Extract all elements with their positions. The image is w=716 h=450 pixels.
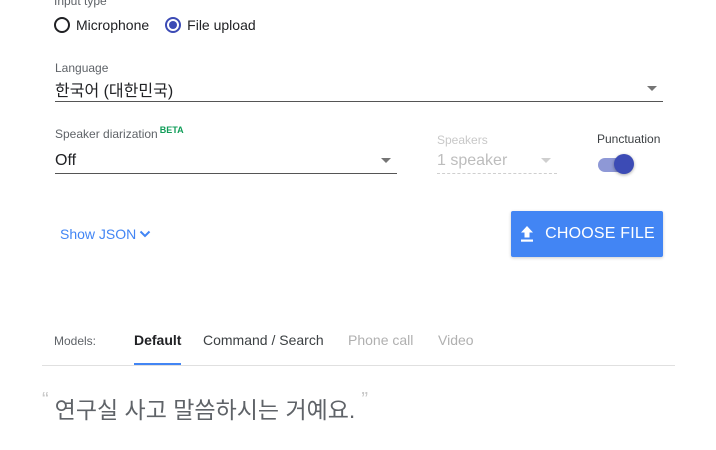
dropdown-arrow-icon — [541, 158, 551, 163]
toggle-knob — [614, 154, 634, 174]
speakers-label: Speakers — [437, 133, 488, 147]
tab-video: Video — [438, 332, 474, 348]
punctuation-label: Punctuation — [597, 132, 661, 146]
choose-file-label: CHOOSE FILE — [545, 225, 655, 242]
input-type-label: Input type — [54, 0, 107, 8]
diarization-select[interactable]: Off — [55, 148, 397, 174]
tab-default[interactable]: Default — [134, 332, 182, 365]
radio-microphone[interactable]: Microphone — [54, 17, 149, 33]
language-label: Language — [55, 61, 109, 75]
radio-file-upload[interactable]: File upload — [165, 17, 256, 33]
beta-badge: BETA — [159, 125, 184, 135]
diarization-label: Speaker diarization BETA — [55, 125, 184, 141]
show-json-link[interactable]: Show JSON — [60, 224, 152, 244]
radio-unchecked-icon — [54, 17, 70, 33]
close-quote: ” — [361, 389, 368, 411]
dropdown-arrow-icon — [647, 86, 657, 91]
speakers-value: 1 speaker — [437, 151, 508, 169]
radio-file-upload-label: File upload — [187, 17, 256, 33]
language-value: 한국어 (대한민국) — [55, 82, 174, 100]
language-select[interactable]: 한국어 (대한민국) — [55, 76, 663, 102]
radio-microphone-label: Microphone — [76, 17, 150, 33]
input-type-radio-group: Microphone File upload — [54, 14, 272, 36]
speakers-select: 1 speaker — [437, 148, 557, 174]
models-tab-bar: Models: Default Command / Search Phone c… — [42, 326, 675, 366]
show-json-label: Show JSON — [60, 226, 137, 242]
open-quote: “ — [42, 389, 49, 411]
dropdown-arrow-icon — [381, 158, 391, 163]
chevron-down-icon — [140, 230, 151, 238]
transcript-text: 연구실 사고 말씀하시는 거예요. — [54, 397, 356, 423]
models-label: Models: — [54, 334, 97, 348]
choose-file-button[interactable]: CHOOSE FILE — [511, 211, 663, 257]
upload-icon — [521, 226, 534, 242]
tab-command-search[interactable]: Command / Search — [203, 332, 324, 365]
transcript: “ 연구실 사고 말씀하시는 거예요. ” — [42, 389, 368, 425]
tab-phone-call: Phone call — [348, 332, 414, 348]
radio-checked-icon — [165, 17, 182, 33]
diarization-value: Off — [55, 151, 77, 169]
punctuation-toggle[interactable] — [598, 154, 634, 176]
diarization-label-text: Speaker diarization — [55, 127, 158, 141]
